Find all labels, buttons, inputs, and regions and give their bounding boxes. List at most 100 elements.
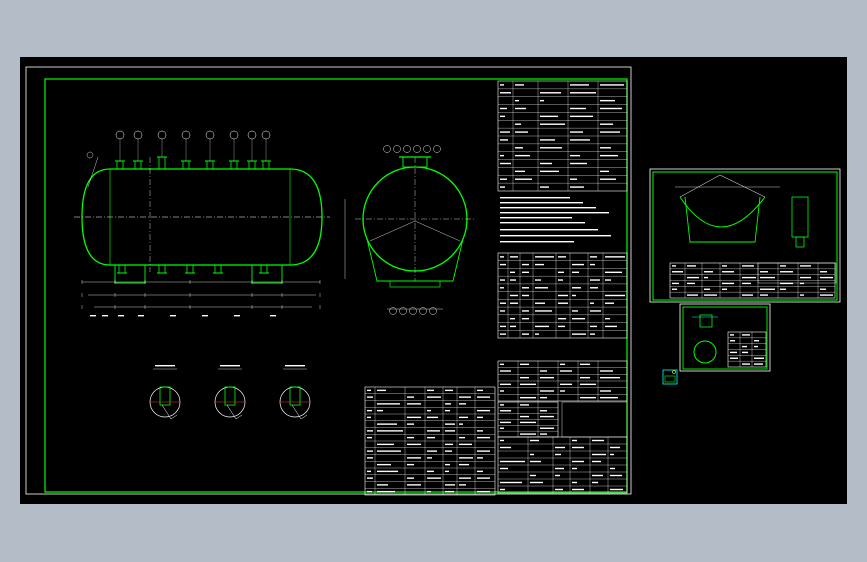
title-block-cell-text [592, 460, 601, 463]
parts-list-table-left-cell-text [427, 490, 431, 493]
side-balloon-bottom-3 [419, 307, 427, 315]
design-data-table-cell-text [515, 84, 524, 86]
parts-list-table-left-cell-text [477, 416, 483, 419]
weight-table-cell-text [500, 404, 504, 406]
title-block-cell-text [610, 467, 615, 470]
top-nozzle-n8 [262, 160, 270, 170]
weight-table-cell-text [540, 427, 554, 429]
title-block-cell-text [500, 488, 505, 491]
parts-list-table-right-cell-text [580, 376, 590, 379]
nozzle-schedule-table-cell-text [500, 333, 506, 335]
side1-parts-table-cell-text [820, 294, 833, 296]
parts-list-table-left-cell-text [477, 490, 490, 493]
technical-note-line [500, 217, 572, 219]
weight-table-cell-text [500, 427, 504, 429]
design-data-table-cell-text [540, 139, 555, 141]
dim-text-bottom [90, 315, 96, 317]
nozzle-balloon-n2 [133, 130, 143, 140]
design-data-table-cell-text [515, 170, 525, 173]
design-data-table-cell-text [515, 123, 521, 125]
side1-parts-table-cell-text [687, 294, 698, 296]
weight-table-cell-text [540, 433, 547, 435]
technical-note-line [500, 212, 609, 214]
parts-list-table-right-cell-text [500, 370, 511, 372]
side1-parts-table-cell-text [687, 265, 696, 267]
side1-parts-table-cell-text [760, 294, 768, 296]
parts-list-table-left-cell-text [377, 490, 395, 493]
side1-parts-table-cell-text [722, 282, 734, 285]
side1-parts-table-cell-text [742, 294, 753, 296]
nozzle-schedule-table-cell-text [500, 263, 506, 266]
parts-list-table-right-cell-text [500, 383, 511, 386]
title-block-cell-text [530, 481, 543, 484]
nozzle-schedule-table-cell-text [590, 302, 594, 304]
nozzle-balloon-n4 [181, 130, 191, 140]
design-data-table-cell-text [540, 147, 562, 149]
cad-model-space[interactable] [20, 57, 847, 504]
parts-list-table-left-cell-text [377, 389, 386, 392]
title-block-cell-text [572, 446, 584, 449]
nozzle-schedule-table-cell-text [572, 263, 584, 266]
design-data-table-cell-text [500, 107, 507, 110]
parts-list-table-left-cell-text [367, 490, 372, 493]
nozzle-schedule-table-cell-text [590, 279, 600, 281]
top-nozzle-n3 [158, 156, 166, 170]
side2-parts-table-cell-text [730, 340, 735, 342]
parts-list-table-left-cell-text [445, 423, 455, 425]
parts-list-table-right-cell-text [520, 396, 536, 399]
parts-list-table-right-cell-text [520, 376, 529, 379]
nozzle-schedule-table-cell-text [510, 317, 515, 320]
parts-list-table-left-cell-text [377, 484, 388, 486]
technical-note-line [500, 197, 570, 199]
parts-list-table-right-cell-text [540, 390, 554, 392]
parts-list-table-left-cell-text [459, 416, 468, 419]
parts-list-table-left-cell-text [367, 389, 371, 392]
side1-parts-table-cell-text [820, 271, 827, 273]
nozzle-schedule-table-cell-text [535, 325, 549, 328]
design-data-table-cell-text [570, 92, 596, 94]
top-nozzle-n4 [182, 160, 190, 170]
parts-list-table-left-cell-text [459, 423, 463, 425]
drawing-thumbnail-icon-inner [664, 375, 676, 383]
title-block-cell-text [610, 446, 620, 449]
design-data-table-cell-text [500, 131, 510, 133]
side1-parts-table-cell-text [780, 265, 786, 267]
nozzle-schedule-table-cell-text [500, 302, 506, 304]
design-data-table-cell-text [540, 115, 558, 118]
side1-detail-part [791, 196, 809, 238]
detail-b-part [224, 386, 236, 406]
side-balloon-bottom-2 [409, 307, 417, 315]
side1-parts-table-cell-text [760, 276, 775, 279]
parts-list-table-left-cell-text [477, 477, 490, 479]
bottom-nozzle-b1 [118, 264, 126, 274]
design-data-table-cell-text [600, 147, 611, 149]
parts-list-table-left-cell-text [477, 470, 483, 473]
weight-table-cell-text [540, 410, 547, 412]
parts-list-table-left-cell-text [367, 470, 371, 473]
title-block-cell-text [555, 488, 563, 491]
parts-list-table-left-cell-text [367, 416, 371, 419]
technical-note-line [500, 229, 598, 231]
nozzle-balloon-n7 [247, 130, 257, 140]
side1-parts-table-cell-text [760, 271, 768, 273]
parts-list-table-left-cell-text [407, 484, 421, 486]
parts-list-table-left-cell-text [445, 403, 451, 405]
side1-parts-table-cell-text [722, 288, 727, 290]
parts-list-table-left-cell-text [427, 450, 437, 452]
side2-parts-table-cell-text [730, 334, 734, 336]
parts-list-table-left-cell-text [367, 409, 372, 412]
parts-list-table-left-cell-text [477, 457, 483, 459]
nozzle-schedule-table-cell-text [535, 310, 552, 312]
parts-list-table-left-cell-text [377, 470, 398, 473]
nozzle-schedule-table-cell-text [590, 287, 598, 289]
parts-list-table-right-cell-text [500, 390, 504, 392]
design-data-table-cell-text [570, 107, 586, 110]
nozzle-schedule-table-cell-text [558, 256, 566, 258]
bottom-nozzle-b5 [260, 264, 268, 274]
nozzle-schedule-table-cell-text [500, 310, 505, 312]
side1-parts-table-cell-text [672, 282, 679, 285]
design-data-table-cell-text [515, 154, 530, 157]
title-block-cell-text [610, 474, 622, 477]
title-block-cell-text [500, 460, 525, 463]
parts-list-table-left-cell-text [459, 457, 473, 459]
